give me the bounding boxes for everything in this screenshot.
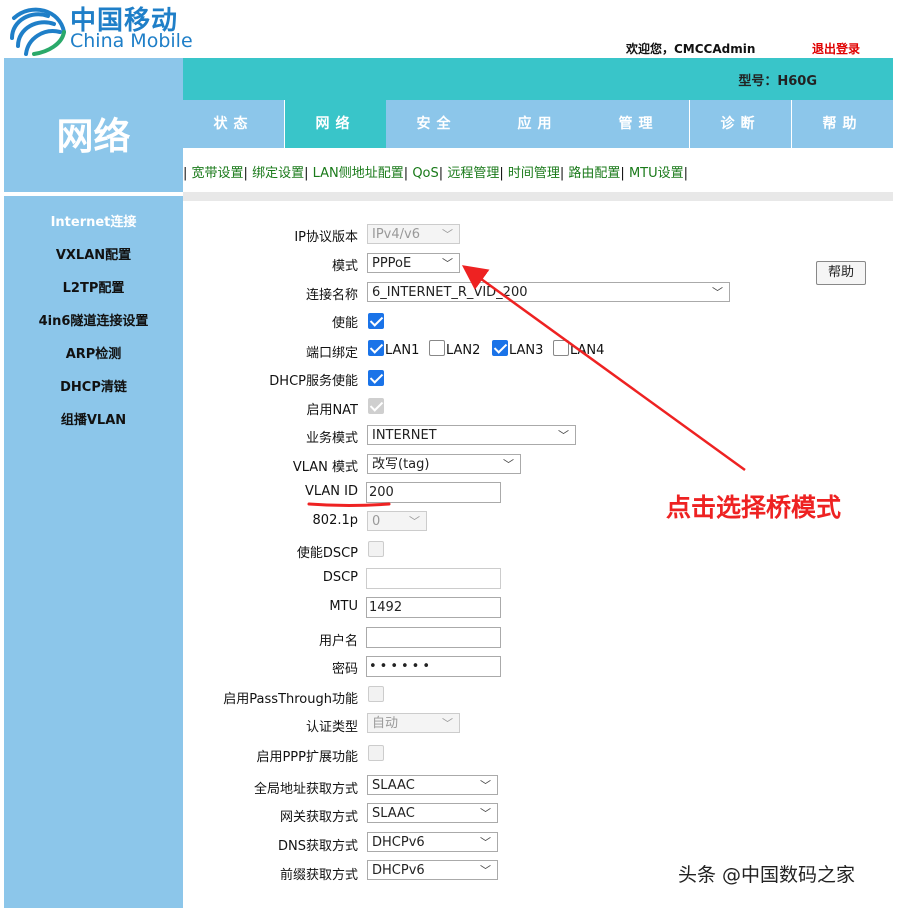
annotation-overlay xyxy=(307,265,746,507)
annotation-text: 点击选择桥模式 xyxy=(666,493,842,522)
watermark: 头条 @中国数码之家 xyxy=(678,864,856,886)
red-underline xyxy=(307,502,391,507)
red-arrow xyxy=(461,265,746,472)
